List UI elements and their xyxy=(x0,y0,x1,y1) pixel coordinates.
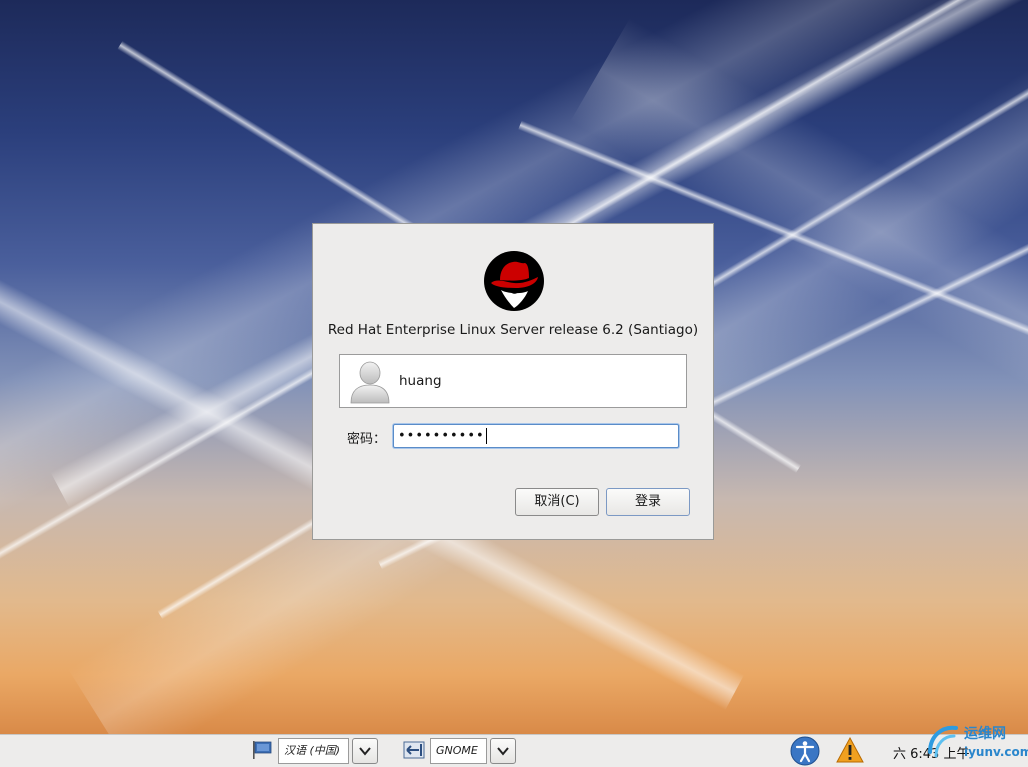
svg-text:iyunv.com: iyunv.com xyxy=(964,745,1028,759)
chevron-down-icon xyxy=(497,747,509,756)
cancel-button[interactable]: 取消(C) xyxy=(515,488,599,516)
text-caret xyxy=(485,428,487,444)
password-value: •••••••••• xyxy=(398,428,487,444)
release-label: Red Hat Enterprise Linux Server release … xyxy=(327,322,699,338)
svg-text:运维网: 运维网 xyxy=(964,725,1006,742)
session-select[interactable]: GNOME xyxy=(430,738,487,764)
language-dropdown-button[interactable] xyxy=(352,738,378,764)
login-dialog: Red Hat Enterprise Linux Server release … xyxy=(312,223,714,540)
user-avatar-icon xyxy=(350,361,390,404)
session-icon xyxy=(403,741,425,759)
flag-icon xyxy=(253,741,272,759)
user-name: huang xyxy=(399,373,442,389)
site-watermark: 运维网 iyunv.com xyxy=(928,725,1028,759)
chevron-down-icon xyxy=(359,747,371,756)
password-label: 密码： xyxy=(347,432,387,447)
session-dropdown-button[interactable] xyxy=(490,738,516,764)
accessibility-icon[interactable] xyxy=(789,736,821,766)
language-select[interactable]: 汉语 (中国) xyxy=(278,738,349,764)
login-button[interactable]: 登录 xyxy=(606,488,690,516)
warning-icon[interactable] xyxy=(836,736,864,764)
password-field[interactable]: •••••••••• xyxy=(393,424,679,448)
redhat-logo xyxy=(484,251,544,311)
user-list-item[interactable]: huang xyxy=(339,354,687,408)
bottom-panel: 汉语 (中国) GNOME 六 6:43 上午 xyxy=(0,734,1028,767)
